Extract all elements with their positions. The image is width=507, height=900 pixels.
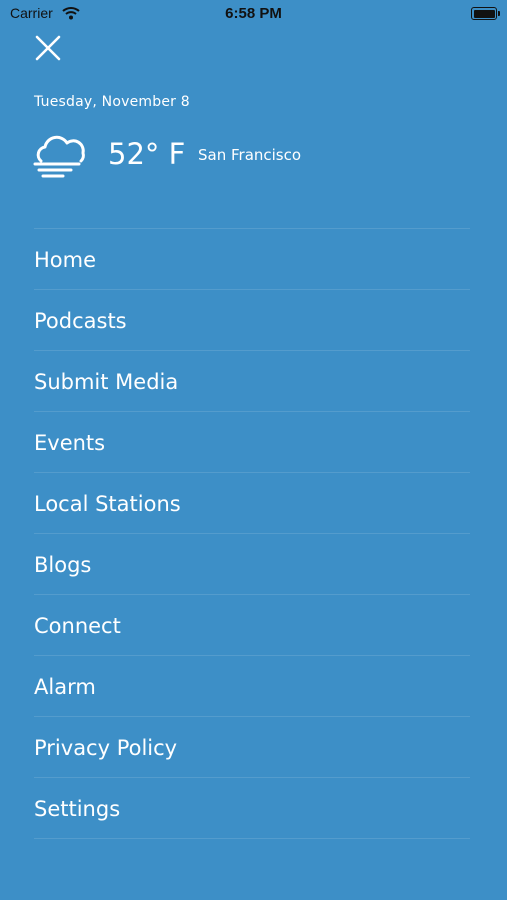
status-bar: Carrier 6:58 PM	[0, 0, 507, 28]
nav-menu: Home Podcasts Submit Media Events Local …	[34, 228, 470, 839]
menu-item-home[interactable]: Home	[34, 229, 470, 290]
menu-item-settings[interactable]: Settings	[34, 778, 470, 839]
status-time: 6:58 PM	[225, 5, 282, 22]
city-label: San Francisco	[198, 146, 302, 164]
date-label: Tuesday, November 8	[34, 94, 190, 110]
cloud-fog-icon	[33, 133, 89, 183]
temperature: 52° F	[108, 137, 186, 171]
menu-item-submit-media[interactable]: Submit Media	[34, 351, 470, 412]
close-icon[interactable]	[30, 30, 66, 66]
menu-item-events[interactable]: Events	[34, 412, 470, 473]
menu-item-podcasts[interactable]: Podcasts	[34, 290, 470, 351]
battery-icon	[471, 7, 500, 20]
menu-item-alarm[interactable]: Alarm	[34, 656, 470, 717]
menu-item-privacy-policy[interactable]: Privacy Policy	[34, 717, 470, 778]
menu-item-connect[interactable]: Connect	[34, 595, 470, 656]
menu-item-blogs[interactable]: Blogs	[34, 534, 470, 595]
menu-item-local-stations[interactable]: Local Stations	[34, 473, 470, 534]
